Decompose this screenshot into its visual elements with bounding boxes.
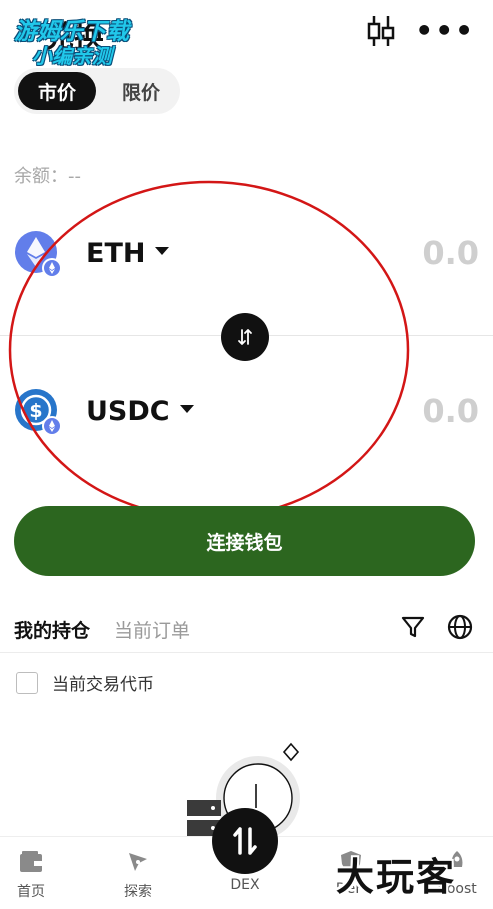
current-token-checkbox-label: 当前交易代币 — [52, 675, 154, 695]
positions-tabs: 我的持仓 当前订单 — [14, 614, 190, 644]
connect-wallet-button[interactable]: 连接钱包 — [14, 506, 475, 576]
swap-direction-button[interactable] — [221, 313, 269, 361]
order-type-tabs: 市价 限价 — [14, 68, 180, 114]
nav-home-label: 首页 — [17, 884, 45, 900]
nav-dex-label: DEX — [230, 877, 260, 893]
nav-home[interactable]: 首页 — [0, 849, 66, 901]
from-amount-input[interactable]: 0.0 — [422, 234, 479, 272]
wallet-icon — [20, 851, 42, 872]
tab-my-positions[interactable]: 我的持仓 — [14, 616, 90, 643]
more-horizontal-icon[interactable]: ••• — [415, 17, 475, 45]
svg-text:$: $ — [29, 400, 42, 422]
nav-explore-label: 探索 — [124, 884, 152, 900]
current-token-checkbox[interactable] — [16, 671, 38, 694]
candlestick-chart-icon[interactable] — [367, 14, 395, 48]
positions-divider — [0, 652, 493, 653]
swap-icon — [233, 827, 257, 855]
header-actions: ••• — [367, 14, 475, 48]
tab-open-orders[interactable]: 当前订单 — [114, 616, 190, 643]
globe-icon[interactable] — [446, 613, 474, 641]
from-token-symbol: ETH — [86, 238, 146, 269]
nav-explore[interactable]: 探索 — [103, 849, 173, 901]
nav-dex[interactable]: DEX — [210, 871, 280, 893]
swap-direction-icon — [238, 329, 252, 345]
filter-icon[interactable] — [400, 614, 426, 640]
tab-limit[interactable]: 限价 — [106, 72, 176, 110]
caret-down-icon — [179, 404, 194, 413]
tab-market[interactable]: 市价 — [18, 72, 96, 110]
to-amount-input[interactable]: 0.0 — [422, 392, 479, 430]
usdc-token-icon: $ — [14, 388, 64, 438]
watermark-line-2: 小编亲测 — [32, 44, 112, 68]
balance-label: 余额：-- — [14, 166, 81, 187]
compass-icon — [129, 853, 147, 871]
to-token-selector[interactable]: USDC — [86, 396, 194, 427]
eth-token-icon — [14, 230, 64, 280]
watermark-logo: 游姆乐下载 小编亲测 — [8, 8, 158, 68]
to-token-symbol: USDC — [86, 396, 170, 427]
site-watermark: 大玩客 — [336, 855, 457, 899]
caret-down-icon — [155, 246, 170, 255]
current-token-filter[interactable]: 当前交易代币 — [16, 670, 154, 695]
from-token-selector[interactable]: ETH — [86, 238, 170, 269]
dex-swap-button[interactable] — [212, 808, 278, 874]
from-token-row: ETH 0.0 — [14, 222, 479, 292]
to-token-row: $ USDC 0.0 — [14, 380, 479, 450]
